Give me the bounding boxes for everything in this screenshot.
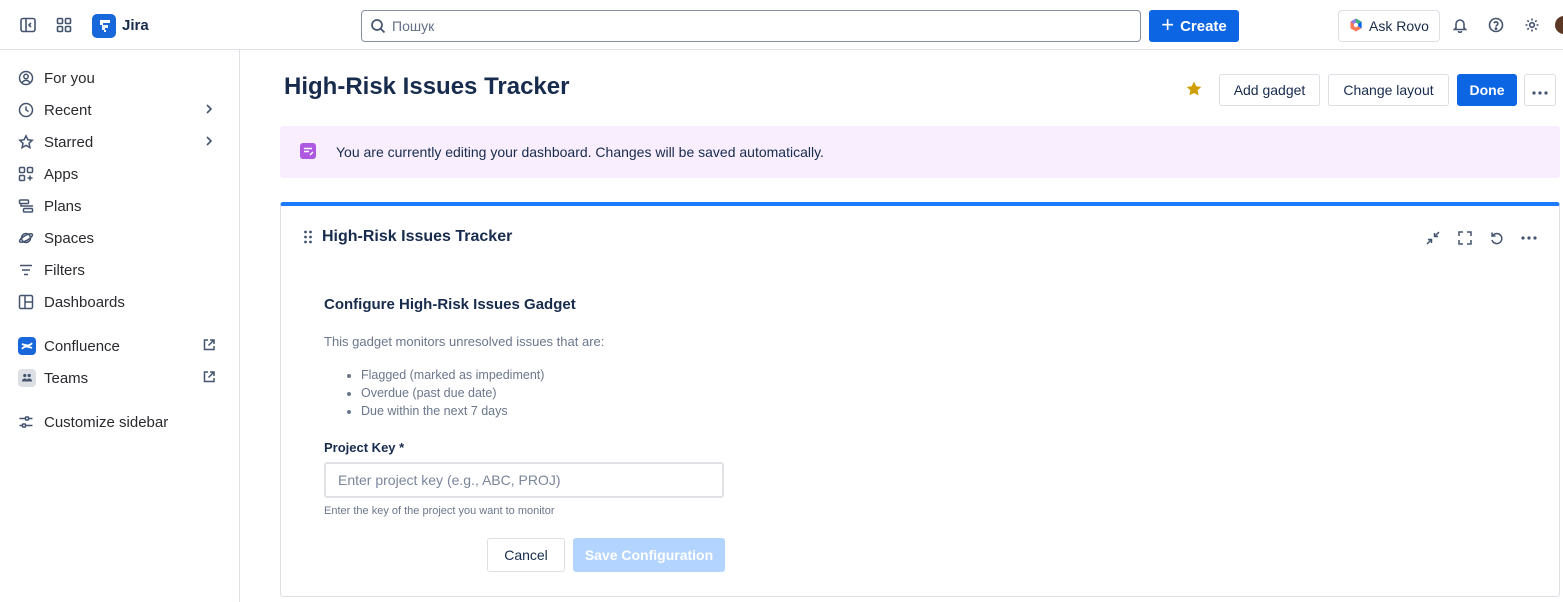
sidebar-item-label: Customize sidebar xyxy=(44,413,169,431)
customize-icon xyxy=(10,412,36,432)
sidebar-item-customize[interactable]: Customize sidebar xyxy=(10,407,228,437)
sidebar-item-label: For you xyxy=(44,69,95,87)
external-link-icon[interactable] xyxy=(202,370,216,388)
config-title: Configure High-Risk Issues Gadget xyxy=(324,296,576,313)
sidebar-item-spaces[interactable]: Spaces xyxy=(10,223,228,253)
edit-note-icon xyxy=(300,143,316,159)
refresh-icon[interactable] xyxy=(1487,228,1507,248)
app-name[interactable]: Jira xyxy=(122,17,149,34)
plans-icon xyxy=(10,196,36,216)
sidebar-item-filters[interactable]: Filters xyxy=(10,255,228,285)
sidebar-item-label: Spaces xyxy=(44,229,95,247)
sidebar-item-label: Filters xyxy=(44,261,85,279)
bell-icon[interactable] xyxy=(1448,13,1472,37)
jira-logo[interactable] xyxy=(92,14,116,38)
save-configuration-button[interactable]: Save Configuration xyxy=(573,538,725,572)
top-navigation: Jira + Create Ask Rovo xyxy=(0,0,1563,50)
sidebar-item-label: Recent xyxy=(44,101,92,119)
apps-icon xyxy=(10,164,36,184)
star-outline-icon xyxy=(10,132,36,152)
project-key-label: Project Key * xyxy=(324,440,405,455)
list-item: Due within the next 7 days xyxy=(361,402,544,420)
maximize-icon[interactable] xyxy=(1455,228,1475,248)
sidebar-item-starred[interactable]: Starred xyxy=(10,127,228,157)
add-gadget-button[interactable]: Add gadget xyxy=(1219,74,1320,106)
save-configuration-label: Save Configuration xyxy=(584,547,714,563)
external-link-icon[interactable] xyxy=(202,338,216,356)
sidebar-item-plans[interactable]: Plans xyxy=(10,191,228,221)
gadget-panel: High-Risk Issues Tracker Configure High-… xyxy=(280,202,1560,597)
edit-mode-banner: You are currently editing your dashboard… xyxy=(280,126,1560,178)
drag-handle-icon[interactable] xyxy=(303,230,313,247)
sidebar-item-label: Apps xyxy=(44,165,79,183)
sidebar-item-label: Confluence xyxy=(44,337,120,355)
sidebar-item-label: Dashboards xyxy=(44,293,125,311)
app-switcher-icon[interactable] xyxy=(52,13,76,37)
list-item: Flagged (marked as impediment) xyxy=(361,366,544,384)
project-key-help: Enter the key of the project you want to… xyxy=(324,505,555,517)
sidebar-item-label: Starred xyxy=(44,133,94,151)
cancel-button[interactable]: Cancel xyxy=(487,538,565,572)
change-layout-button[interactable]: Change layout xyxy=(1328,74,1449,106)
sidebar-item-teams[interactable]: Teams xyxy=(10,363,228,393)
planet-icon xyxy=(10,228,36,248)
confluence-logo xyxy=(18,337,36,355)
sidebar-item-apps[interactable]: Apps xyxy=(10,159,228,189)
more-options-button[interactable] xyxy=(1524,74,1556,106)
dashboard-icon xyxy=(10,292,36,312)
sidebar-item-for-you[interactable]: For you xyxy=(10,63,228,93)
criteria-list: Flagged (marked as impediment) Overdue (… xyxy=(361,366,544,420)
cancel-label: Cancel xyxy=(504,547,548,563)
project-key-input[interactable] xyxy=(324,462,724,498)
sidebar-toggle-icon[interactable] xyxy=(16,13,40,37)
sidebar-item-recent[interactable]: Recent xyxy=(10,95,228,125)
person-circle-icon xyxy=(10,68,36,88)
plus-icon: + xyxy=(1161,12,1175,37)
ask-rovo-label: Ask Rovo xyxy=(1369,18,1429,34)
sidebar-item-label: Plans xyxy=(44,197,82,215)
change-layout-label: Change layout xyxy=(1343,82,1434,98)
done-button[interactable]: Done xyxy=(1457,74,1517,106)
sidebar: For you Recent Starred Apps Plans Spaces… xyxy=(0,50,240,602)
page-title: High-Risk Issues Tracker xyxy=(284,73,570,100)
add-gadget-label: Add gadget xyxy=(1233,82,1306,98)
avatar[interactable] xyxy=(1555,16,1563,34)
help-icon[interactable] xyxy=(1484,13,1508,37)
settings-gear-icon[interactable] xyxy=(1520,13,1544,37)
chevron-right-icon[interactable] xyxy=(202,102,216,120)
search-input[interactable] xyxy=(392,12,1132,40)
create-button-label: Create xyxy=(1180,17,1227,35)
filter-icon xyxy=(10,260,36,280)
gadget-title: High-Risk Issues Tracker xyxy=(322,228,513,245)
done-label: Done xyxy=(1469,82,1505,98)
more-horizontal-icon[interactable] xyxy=(1519,228,1539,248)
search-box[interactable] xyxy=(361,10,1141,42)
banner-text: You are currently editing your dashboard… xyxy=(336,144,824,160)
ask-rovo-button[interactable]: Ask Rovo xyxy=(1338,10,1440,42)
teams-logo xyxy=(18,369,36,387)
sidebar-item-confluence[interactable]: Confluence xyxy=(10,331,228,361)
list-item: Overdue (past due date) xyxy=(361,384,544,402)
config-description: This gadget monitors unresolved issues t… xyxy=(324,334,605,349)
sidebar-item-dashboards[interactable]: Dashboards xyxy=(10,287,228,317)
star-icon[interactable] xyxy=(1185,80,1203,104)
minimize-icon[interactable] xyxy=(1423,228,1443,248)
search-icon xyxy=(370,18,386,37)
rovo-icon xyxy=(1349,18,1363,35)
clock-icon xyxy=(10,100,36,120)
more-horizontal-icon xyxy=(1532,82,1548,98)
sidebar-item-label: Teams xyxy=(44,369,89,387)
create-button[interactable]: + Create xyxy=(1149,10,1239,42)
chevron-right-icon[interactable] xyxy=(202,134,216,152)
